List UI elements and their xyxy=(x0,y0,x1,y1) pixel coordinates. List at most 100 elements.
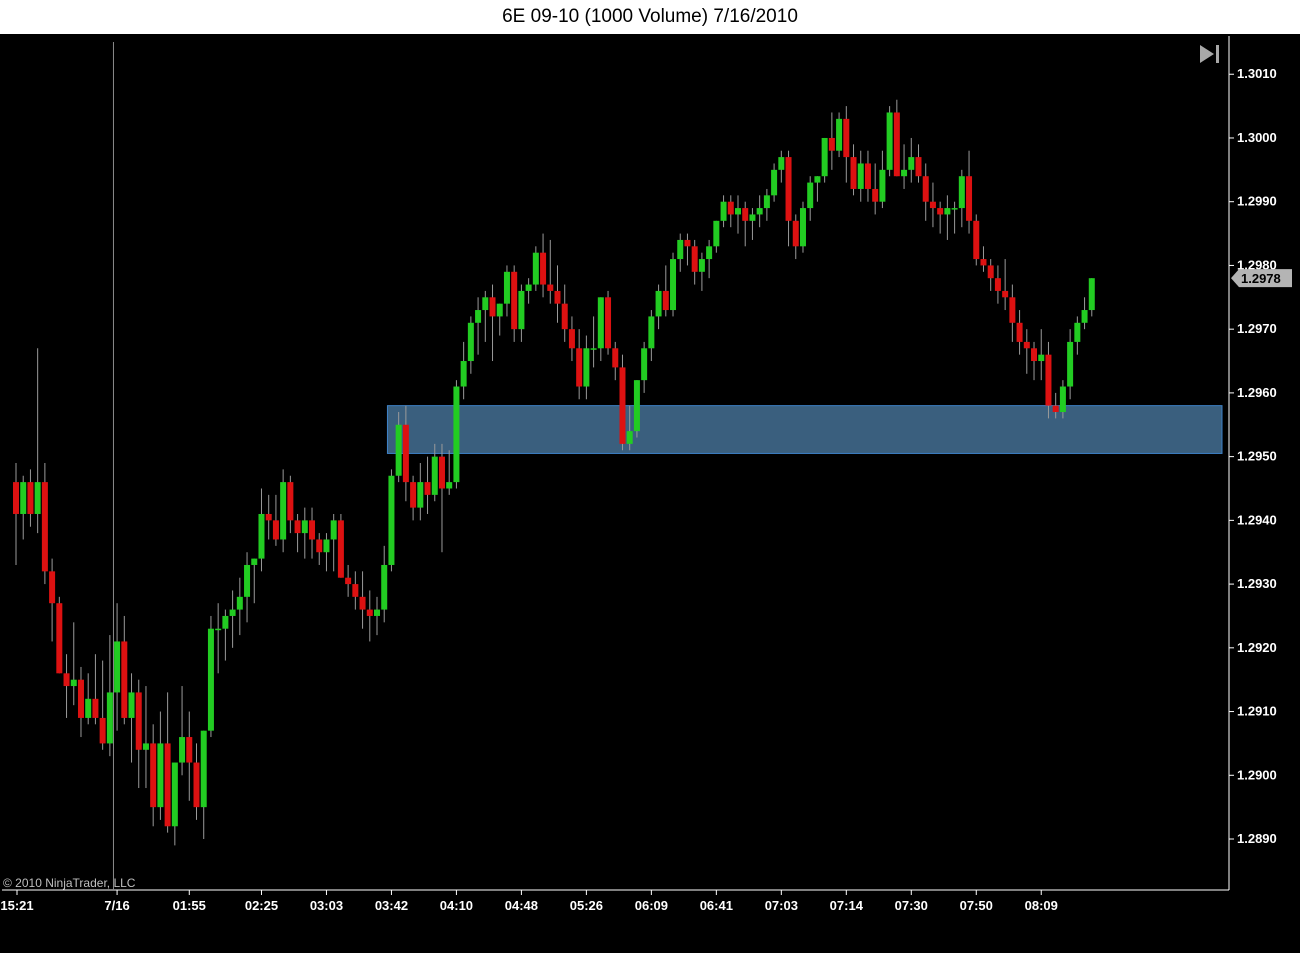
y-tick-label: 1.3000 xyxy=(1237,130,1277,145)
candle xyxy=(532,246,539,291)
candle-body xyxy=(99,717,106,744)
last-price-marker: 1.2978 xyxy=(1231,269,1292,288)
candle-body xyxy=(106,692,113,744)
candle-body xyxy=(446,482,453,489)
candle-body xyxy=(142,743,149,750)
candle-body xyxy=(525,284,532,291)
candle-body xyxy=(316,539,323,553)
candle xyxy=(735,195,741,234)
candle xyxy=(511,265,518,342)
candle xyxy=(828,112,835,170)
candle-body xyxy=(951,208,958,210)
candle xyxy=(525,278,532,304)
support-zone xyxy=(386,405,1223,454)
candle xyxy=(56,596,63,674)
x-tick-label: 07:14 xyxy=(830,898,864,913)
candle-body xyxy=(749,214,756,221)
x-tick-label: 15:21 xyxy=(0,898,33,913)
y-tick-label: 1.2900 xyxy=(1237,767,1277,782)
candle xyxy=(872,163,879,215)
candle xyxy=(901,144,908,189)
candle-body xyxy=(540,252,547,285)
y-tick-label: 1.2930 xyxy=(1237,576,1277,591)
candle xyxy=(929,182,936,228)
candle-body xyxy=(633,380,640,432)
candle xyxy=(272,494,279,546)
candle xyxy=(337,513,344,578)
candle-body xyxy=(381,564,388,610)
candle-body xyxy=(222,615,229,629)
candle-body xyxy=(670,259,677,311)
candle-body xyxy=(475,310,482,323)
candle xyxy=(229,590,236,648)
candle-body xyxy=(1074,322,1081,342)
candle xyxy=(937,201,944,234)
candle-body xyxy=(323,539,330,553)
candle-body xyxy=(366,609,373,616)
candle xyxy=(20,475,27,540)
x-tick-label: 7/16 xyxy=(104,898,129,913)
candle-body xyxy=(438,456,445,489)
candle xyxy=(323,533,330,572)
candle-body xyxy=(1002,290,1009,298)
candle-body xyxy=(453,386,460,483)
candle xyxy=(619,354,626,451)
candle xyxy=(475,297,482,355)
candle-body xyxy=(727,201,734,215)
candle-body xyxy=(431,456,438,495)
candle-body xyxy=(698,259,705,272)
candlestick-chart[interactable]: 1.2890 1.2900 1.2910 1.2920 1.2930 1.2940 1.29… xyxy=(0,0,1300,953)
candle xyxy=(460,341,467,400)
candle xyxy=(677,233,684,272)
candle xyxy=(763,188,770,221)
candle xyxy=(114,603,121,731)
price-axis[interactable]: 1.2890 1.2900 1.2910 1.2920 1.2930 1.2940 1.29… xyxy=(1229,66,1277,846)
candle-body xyxy=(597,297,604,349)
candle xyxy=(207,615,214,738)
candle-body xyxy=(706,246,713,260)
candle xyxy=(987,259,994,291)
candle-body xyxy=(395,424,402,476)
time-axis[interactable]: 15:21 7/16 01:55 02:25 03:03 03:42 04:10 04:48 0… xyxy=(0,890,1058,913)
candle xyxy=(388,469,395,572)
candle xyxy=(186,711,193,801)
candle-body xyxy=(496,303,503,317)
candle-body xyxy=(128,692,135,718)
candle-body xyxy=(301,520,308,534)
candle xyxy=(864,150,871,202)
candle xyxy=(1067,329,1074,400)
candle xyxy=(222,609,229,661)
candle xyxy=(670,252,677,317)
candle-body xyxy=(503,271,510,304)
x-tick-label: 03:42 xyxy=(375,898,408,913)
candle-body xyxy=(605,297,612,349)
candle-body xyxy=(958,176,965,209)
candle xyxy=(662,265,669,317)
candle-body xyxy=(1059,386,1066,413)
candle-body xyxy=(886,112,893,170)
candle xyxy=(792,214,799,260)
candle xyxy=(540,233,547,298)
x-tick-label: 08:09 xyxy=(1025,898,1058,913)
candle-body xyxy=(417,482,424,508)
copyright-text: © 2010 NinjaTrader, LLC xyxy=(3,876,136,890)
candle-body xyxy=(864,163,871,189)
candle-body xyxy=(56,603,63,674)
candle-body xyxy=(691,246,698,272)
x-tick-label: 07:50 xyxy=(960,898,993,913)
candle xyxy=(886,106,893,177)
candles xyxy=(13,99,1095,846)
candle-body xyxy=(662,290,669,311)
y-tick-label: 1.2890 xyxy=(1237,831,1277,846)
candle xyxy=(164,692,171,833)
candle xyxy=(27,469,34,527)
candle-body xyxy=(1038,354,1045,362)
candle xyxy=(417,463,424,521)
candle-body xyxy=(836,118,843,151)
candle-body xyxy=(330,520,337,540)
skip-to-end-icon[interactable] xyxy=(1197,43,1223,65)
candle-body xyxy=(287,482,294,521)
candle-body xyxy=(179,737,186,763)
candle-body xyxy=(1067,341,1074,387)
candle xyxy=(438,443,445,553)
